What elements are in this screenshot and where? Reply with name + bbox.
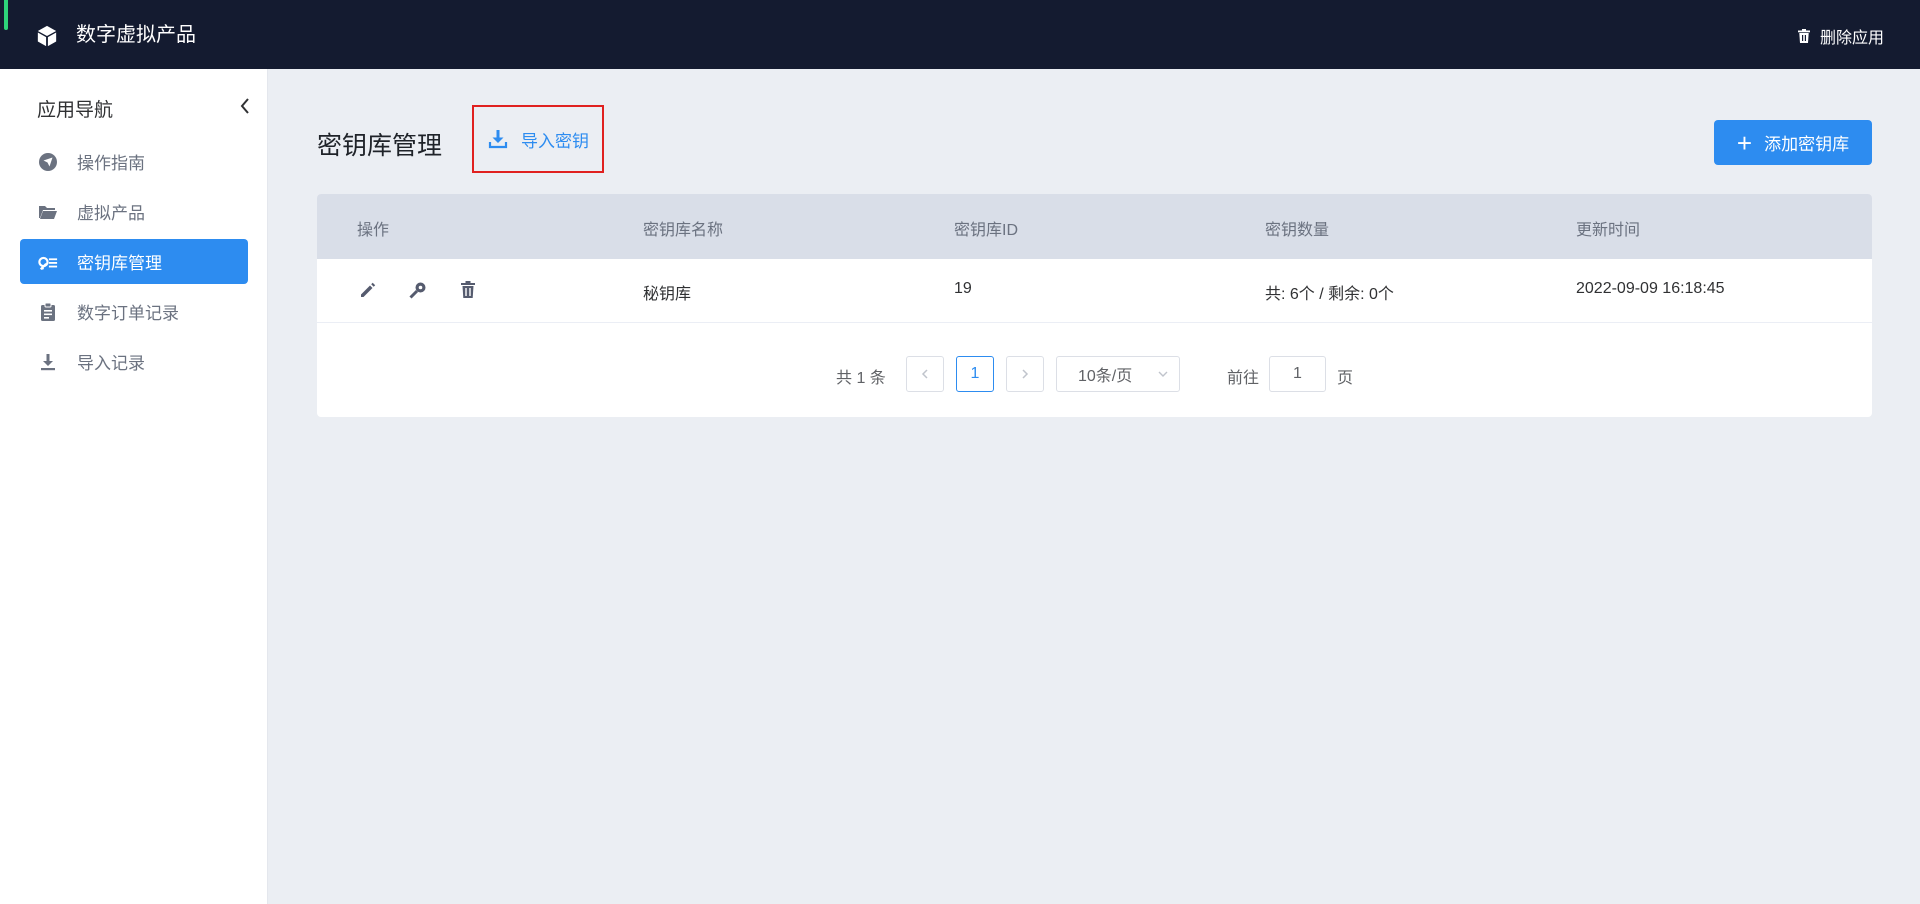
table-row: 秘钥库 19 共: 6个 / 剩余: 0个 2022-09-09 16:18:4…	[317, 259, 1872, 323]
sidebar-item-label: 数字订单记录	[77, 304, 179, 323]
import-keys-button[interactable]: 导入密钥	[472, 105, 604, 173]
page-number-button[interactable]: 1	[956, 356, 994, 392]
page-suffix-label: 页	[1337, 370, 1354, 387]
sidebar-item-label: 操作指南	[77, 154, 145, 173]
goto-label: 前往	[1227, 370, 1260, 387]
sidebar-item-virtual-products[interactable]: 虚拟产品	[20, 189, 248, 234]
app-title: 数字虚拟产品	[76, 24, 196, 46]
sidebar-item-label: 虚拟产品	[77, 204, 145, 223]
add-key-vault-button[interactable]: + 添加密钥库	[1714, 120, 1872, 165]
sidebar: 应用导航 操作指南 虚拟产品 密钥库管理 数字订单记录 导入记录	[0, 69, 268, 904]
import-icon	[488, 130, 508, 149]
next-page-button[interactable]	[1006, 356, 1044, 392]
sidebar-nav: 操作指南 虚拟产品 密钥库管理 数字订单记录 导入记录	[20, 139, 248, 389]
folder-icon	[39, 205, 57, 219]
chevron-down-icon	[1158, 371, 1168, 377]
sidebar-item-key-vault[interactable]: 密钥库管理	[20, 239, 248, 284]
chevron-right-icon	[1022, 369, 1029, 379]
clipboard-icon	[41, 302, 55, 321]
prev-page-button[interactable]	[906, 356, 944, 392]
cell-name: 秘钥库	[643, 286, 692, 303]
trash-icon	[1797, 29, 1810, 43]
import-keys-label: 导入密钥	[521, 131, 589, 151]
add-key-vault-label: 添加密钥库	[1764, 135, 1850, 154]
key-list-icon	[38, 256, 58, 270]
page-size-value: 10条/页	[1078, 368, 1133, 385]
top-bar: 数字虚拟产品 删除应用	[0, 0, 1920, 69]
delete-app-label: 删除应用	[1819, 30, 1884, 47]
page-size-select[interactable]: 10条/页	[1056, 356, 1180, 392]
delete-app-button[interactable]: 删除应用	[1796, 24, 1884, 48]
column-header-id: 密钥库ID	[954, 222, 1019, 239]
cell-updated: 2022-09-09 16:18:45	[1576, 280, 1725, 297]
pagination: 共 1 条 1 10条/页 前往 页	[0, 356, 1920, 392]
trash-icon[interactable]	[457, 279, 479, 301]
goto-page-input[interactable]	[1269, 356, 1326, 392]
sidebar-title: 应用导航	[37, 100, 114, 121]
table-header: 操作 密钥库名称 密钥库ID 密钥数量 更新时间	[317, 194, 1872, 259]
column-header-name: 密钥库名称	[643, 222, 724, 239]
cube-icon	[37, 25, 57, 47]
sidebar-item-guide[interactable]: 操作指南	[20, 139, 248, 184]
key-icon[interactable]	[407, 279, 429, 301]
column-header-updated: 更新时间	[1576, 222, 1641, 239]
status-indicator	[4, 0, 8, 30]
plus-icon: +	[1736, 127, 1753, 158]
sidebar-item-digital-orders[interactable]: 数字订单记录	[20, 289, 248, 334]
cell-id: 19	[954, 280, 972, 297]
edit-icon[interactable]	[357, 279, 379, 301]
chevron-left-icon[interactable]	[236, 95, 254, 117]
sidebar-item-label: 密钥库管理	[77, 254, 162, 273]
page-title: 密钥库管理	[317, 132, 443, 160]
column-header-count: 密钥数量	[1265, 222, 1330, 239]
navigation-icon	[39, 152, 57, 171]
cell-count: 共: 6个 / 剩余: 0个	[1265, 286, 1394, 303]
column-header-actions: 操作	[357, 222, 390, 239]
chevron-left-icon	[921, 369, 928, 379]
pagination-total: 共 1 条	[836, 370, 886, 387]
